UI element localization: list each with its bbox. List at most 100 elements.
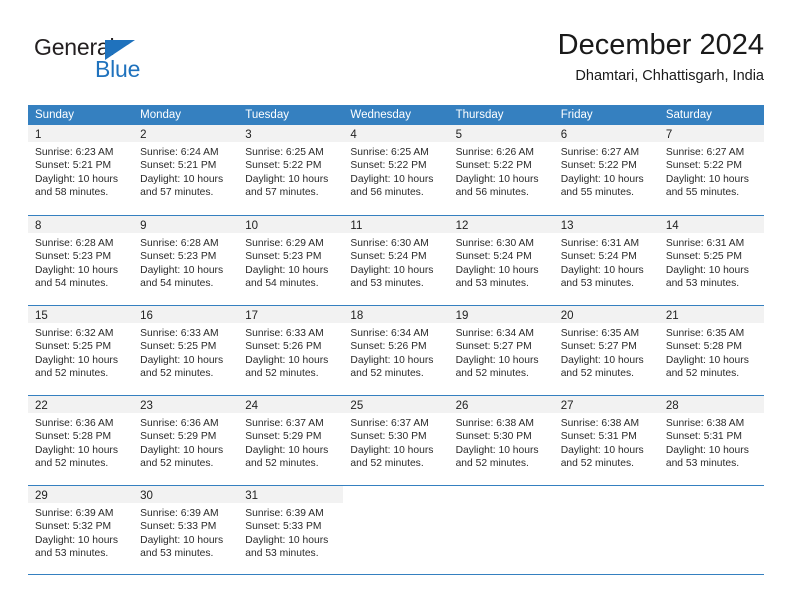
calendar-day-cell[interactable]: 30 Sunrise: 6:39 AM Sunset: 5:33 PM Dayligh… (133, 486, 239, 574)
sunset-text: Sunset: 5:23 PM (140, 251, 217, 263)
calendar-day-cell[interactable]: 15 Sunrise: 6:32 AM Sunset: 5:25 PM Dayligh… (28, 306, 134, 395)
day-number-band: 30 (133, 486, 239, 503)
calendar-day-cell[interactable]: 12 Sunrise: 6:30 AM Sunset: 5:24 PM Dayligh… (448, 216, 554, 305)
calendar-day-cell[interactable]: 26 Sunrise: 6:38 AM Sunset: 5:30 PM Dayligh… (448, 396, 554, 485)
sunrise-text: Sunrise: 6:36 AM (35, 418, 114, 429)
day-number-band: 5 (448, 125, 554, 142)
general-blue-logo[interactable]: General Blue (34, 34, 234, 90)
sunrise-text: Sunrise: 6:30 AM (455, 238, 534, 249)
calendar-day-cell[interactable]: 14 Sunrise: 6:31 AM Sunset: 5:25 PM Dayligh… (658, 216, 764, 305)
day-number: 1 (35, 129, 42, 141)
daylight-text-line2: and 53 minutes. (35, 548, 109, 560)
day-number-band: 14 (658, 216, 764, 233)
sunrise-text: Sunrise: 6:37 AM (245, 418, 324, 429)
day-sun-info: Sunrise: 6:38 AM Sunset: 5:31 PM Daylight:… (554, 413, 659, 471)
sunrise-text: Sunrise: 6:38 AM (455, 418, 534, 429)
calendar-day-cell[interactable]: 27 Sunrise: 6:38 AM Sunset: 5:31 PM Dayligh… (553, 396, 659, 485)
calendar-day-cell[interactable]: 21 Sunrise: 6:35 AM Sunset: 5:28 PM Dayligh… (658, 306, 764, 395)
logo-text-blue: Blue (95, 56, 141, 82)
day-sun-info: Sunrise: 6:24 AM Sunset: 5:21 PM Daylight:… (133, 142, 238, 200)
day-number: 14 (665, 220, 679, 232)
calendar-day-cell[interactable]: 5 Sunrise: 6:26 AM Sunset: 5:22 PM Daylight… (448, 125, 554, 215)
day-sun-info (343, 503, 448, 507)
calendar-day-cell[interactable]: 22 Sunrise: 6:36 AM Sunset: 5:28 PM Dayligh… (28, 396, 134, 485)
calendar-day-cell[interactable]: 28 Sunrise: 6:38 AM Sunset: 5:31 PM Dayligh… (658, 396, 764, 485)
title-block: December 2024 Dhamtari, Chhattisgarh, In… (558, 28, 764, 87)
daylight-text-line1: Daylight: 10 hours (35, 264, 118, 276)
sunset-text: Sunset: 5:24 PM (455, 251, 532, 263)
calendar-day-cell[interactable]: 8 Sunrise: 6:28 AM Sunset: 5:23 PM Daylight… (28, 216, 134, 305)
day-number: 17 (245, 310, 259, 322)
calendar-page: General Blue December 2024 Dhamtari, Chh… (0, 0, 792, 612)
day-sun-info: Sunrise: 6:36 AM Sunset: 5:28 PM Daylight:… (28, 413, 133, 471)
daylight-text-line1: Daylight: 10 hours (350, 264, 434, 276)
day-sun-info: Sunrise: 6:27 AM Sunset: 5:22 PM Daylight:… (554, 142, 659, 200)
day-sun-info (659, 503, 764, 507)
daylight-text-line2: and 54 minutes. (245, 278, 319, 290)
daylight-text-line1: Daylight: 10 hours (455, 444, 539, 456)
weekday-header-wednesday: Wednesday (350, 109, 411, 121)
daylight-text-line2: and 52 minutes. (455, 368, 529, 380)
day-number-band: 31 (238, 486, 344, 503)
calendar-day-cell[interactable]: 20 Sunrise: 6:35 AM Sunset: 5:27 PM Dayligh… (553, 306, 659, 395)
calendar-day-cell[interactable]: 1 Sunrise: 6:23 AM Sunset: 5:21 PM Daylight… (28, 125, 134, 215)
day-sun-info: Sunrise: 6:34 AM Sunset: 5:26 PM Daylight:… (343, 323, 448, 381)
day-sun-info: Sunrise: 6:25 AM Sunset: 5:22 PM Daylight:… (238, 142, 343, 200)
calendar-day-cell[interactable]: 6 Sunrise: 6:27 AM Sunset: 5:22 PM Daylight… (553, 125, 659, 215)
day-number-band: 6 (553, 125, 659, 142)
calendar-day-cell[interactable]: 29 Sunrise: 6:39 AM Sunset: 5:32 PM Dayligh… (28, 486, 134, 574)
day-number: 25 (350, 400, 364, 412)
sunrise-text: Sunrise: 6:25 AM (350, 147, 429, 158)
daylight-text-line2: and 52 minutes. (560, 368, 634, 380)
day-number: 29 (35, 490, 48, 502)
calendar-day-cell[interactable]: 31 Sunrise: 6:39 AM Sunset: 5:33 PM Dayligh… (238, 486, 344, 574)
calendar-week-row: 15 Sunrise: 6:32 AM Sunset: 5:25 PM Dayligh… (28, 305, 764, 395)
daylight-text-line2: and 54 minutes. (35, 278, 109, 290)
day-sun-info: Sunrise: 6:35 AM Sunset: 5:27 PM Daylight:… (554, 323, 659, 381)
daylight-text-line1: Daylight: 10 hours (35, 534, 118, 546)
day-sun-info: Sunrise: 6:31 AM Sunset: 5:25 PM Daylight:… (659, 233, 764, 291)
daylight-text-line2: and 56 minutes. (350, 187, 424, 199)
sunrise-text: Sunrise: 6:34 AM (350, 328, 429, 339)
calendar-day-cell[interactable]: 7 Sunrise: 6:27 AM Sunset: 5:22 PM Daylight… (658, 125, 764, 215)
calendar-day-cell-empty (554, 486, 659, 574)
day-number: 2 (140, 129, 147, 141)
calendar-day-cell[interactable]: 23 Sunrise: 6:36 AM Sunset: 5:29 PM Dayligh… (133, 396, 239, 485)
day-number-band: 18 (343, 306, 449, 323)
daylight-text-line1: Daylight: 10 hours (350, 354, 434, 366)
sunset-text: Sunset: 5:30 PM (455, 431, 532, 443)
daylight-text-line2: and 52 minutes. (35, 368, 109, 380)
sunrise-text: Sunrise: 6:32 AM (35, 328, 114, 339)
sunset-text: Sunset: 5:27 PM (560, 341, 637, 353)
daylight-text-line1: Daylight: 10 hours (245, 534, 329, 546)
daylight-text-line1: Daylight: 10 hours (455, 354, 539, 366)
daylight-text-line2: and 57 minutes. (245, 187, 319, 199)
daylight-text-line1: Daylight: 10 hours (560, 173, 644, 185)
calendar-day-cell[interactable]: 18 Sunrise: 6:34 AM Sunset: 5:26 PM Dayligh… (343, 306, 449, 395)
day-sun-info: Sunrise: 6:35 AM Sunset: 5:28 PM Daylight:… (659, 323, 764, 381)
calendar-day-cell[interactable]: 3 Sunrise: 6:25 AM Sunset: 5:22 PM Daylight… (238, 125, 344, 215)
calendar-day-cell[interactable]: 10 Sunrise: 6:29 AM Sunset: 5:23 PM Dayligh… (238, 216, 344, 305)
day-sun-info: Sunrise: 6:37 AM Sunset: 5:30 PM Daylight:… (343, 413, 448, 471)
calendar-day-cell[interactable]: 17 Sunrise: 6:33 AM Sunset: 5:26 PM Dayligh… (238, 306, 344, 395)
daylight-text-line2: and 52 minutes. (245, 458, 319, 470)
day-number-band: 11 (343, 216, 449, 233)
sunrise-text: Sunrise: 6:39 AM (140, 508, 219, 519)
daylight-text-line1: Daylight: 10 hours (245, 444, 329, 456)
sunrise-text: Sunrise: 6:28 AM (140, 238, 219, 249)
calendar-day-cell[interactable]: 11 Sunrise: 6:30 AM Sunset: 5:24 PM Dayligh… (343, 216, 449, 305)
day-sun-info: Sunrise: 6:29 AM Sunset: 5:23 PM Daylight:… (238, 233, 343, 291)
sunset-text: Sunset: 5:24 PM (560, 251, 637, 263)
daylight-text-line1: Daylight: 10 hours (665, 354, 749, 366)
calendar-day-cell[interactable]: 24 Sunrise: 6:37 AM Sunset: 5:29 PM Dayligh… (238, 396, 344, 485)
calendar-day-cell[interactable]: 9 Sunrise: 6:28 AM Sunset: 5:23 PM Daylight… (133, 216, 239, 305)
day-sun-info: Sunrise: 6:33 AM Sunset: 5:25 PM Daylight:… (133, 323, 238, 381)
day-number: 5 (455, 129, 462, 141)
calendar-day-cell[interactable]: 25 Sunrise: 6:37 AM Sunset: 5:30 PM Dayligh… (343, 396, 449, 485)
calendar-day-cell[interactable]: 13 Sunrise: 6:31 AM Sunset: 5:24 PM Dayligh… (553, 216, 659, 305)
day-number-band: 16 (133, 306, 239, 323)
calendar-day-cell[interactable]: 19 Sunrise: 6:34 AM Sunset: 5:27 PM Dayligh… (448, 306, 554, 395)
calendar-day-cell[interactable]: 16 Sunrise: 6:33 AM Sunset: 5:25 PM Dayligh… (133, 306, 239, 395)
calendar-day-cell[interactable]: 4 Sunrise: 6:25 AM Sunset: 5:22 PM Daylight… (343, 125, 449, 215)
calendar-day-cell[interactable]: 2 Sunrise: 6:24 AM Sunset: 5:21 PM Daylight… (133, 125, 239, 215)
